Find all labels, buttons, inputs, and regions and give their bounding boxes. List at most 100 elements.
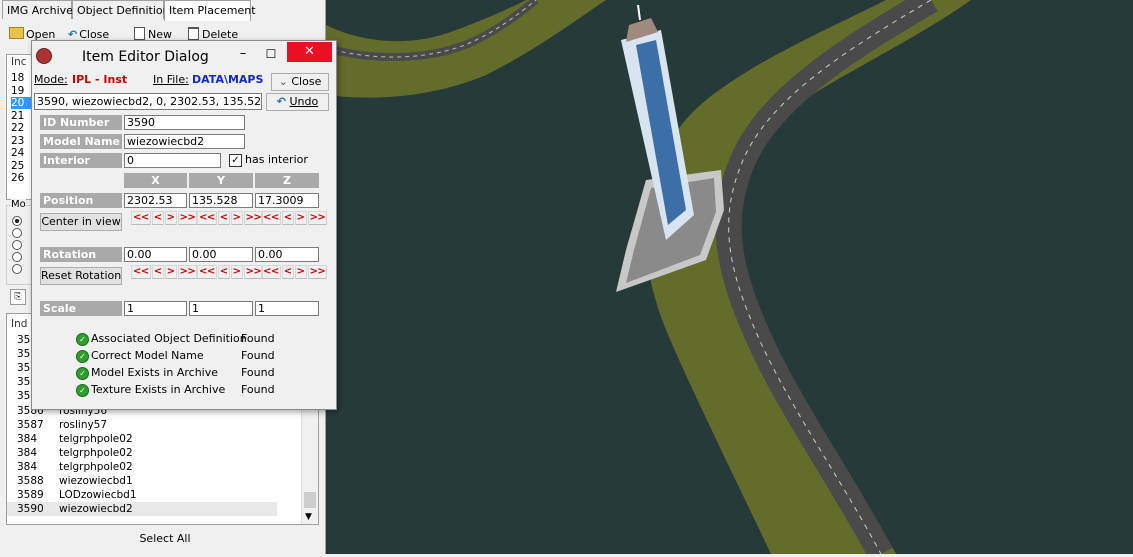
mode-radio[interactable] (12, 252, 22, 262)
rotation-x-steppers[interactable]: << < > >> (131, 265, 198, 279)
list-item[interactable]: 25 (11, 160, 24, 172)
list-header: Inc (11, 56, 27, 68)
scale-z-field[interactable]: 1 (255, 301, 319, 316)
copy-icon[interactable]: ⎘ (10, 289, 26, 305)
position-z-steppers[interactable]: << < > >> (261, 211, 328, 225)
check-label: Texture Exists in Archive (91, 383, 226, 396)
dialog-title: Item Editor Dialog (82, 49, 209, 65)
row-id: 3588 (17, 475, 44, 487)
position-x-field[interactable]: 2302.53 (124, 193, 187, 208)
position-label: Position (40, 193, 122, 208)
3d-viewport[interactable] (324, 0, 1133, 557)
close-window-icon[interactable]: ✕ (287, 42, 332, 62)
check-ok-icon: ✓ (76, 367, 89, 380)
list-item[interactable]: 19 (11, 85, 24, 97)
has-interior-checkbox[interactable]: ✓ (229, 154, 242, 167)
mode-radio[interactable] (12, 216, 22, 226)
map-render (324, 0, 1133, 557)
check-status: Found (241, 383, 275, 396)
item-editor-dialog: Item Editor Dialog – ☐ ✕ Mode: IPL - Ins… (31, 40, 337, 410)
dialog-close-button[interactable]: ⌄ Close (271, 73, 329, 91)
row-id: 3590 (17, 503, 44, 515)
row-id: 3587 (17, 419, 44, 431)
undo-button[interactable]: ↶ Undo (266, 93, 329, 111)
position-x-steppers[interactable]: << < > >> (131, 211, 198, 225)
folder-icon (9, 27, 24, 39)
check-status: Found (241, 366, 275, 379)
interior-field[interactable]: 0 (124, 153, 221, 168)
row-name: telgrphpole02 (59, 433, 133, 445)
axis-x-header: X (124, 173, 187, 188)
row-name: wiezowiecbd1 (59, 475, 133, 487)
select-all-button[interactable]: Select All (6, 530, 324, 550)
row-name: rosliny57 (59, 419, 108, 431)
center-in-view-button[interactable]: Center in view (40, 213, 122, 231)
row-id: 384 (17, 433, 38, 445)
app-icon (36, 48, 52, 64)
model-name-field[interactable]: wiezowiecbd2 (124, 134, 245, 149)
position-y-steppers[interactable]: << < > >> (197, 211, 264, 225)
mode-label: Mode: (34, 73, 68, 86)
row-id: 384 (17, 447, 38, 459)
mode-radio[interactable] (12, 228, 22, 238)
row-name: telgrphpole02 (59, 461, 133, 473)
list-item[interactable]: 18 (11, 72, 24, 84)
check-label: Associated Object Definition (91, 332, 247, 345)
check-status: Found (241, 349, 275, 362)
rotation-y-field[interactable]: 0.00 (189, 247, 253, 262)
raw-ipl-line-field[interactable]: 3590, wiezowiecbd2, 0, 2302.53, 135.528,… (34, 93, 262, 110)
list-header: Ind (11, 318, 28, 330)
list-item[interactable]: 22 (11, 122, 24, 134)
check-label: Correct Model Name (91, 349, 204, 362)
maximize-icon[interactable]: ☐ (258, 43, 284, 65)
axis-y-header: Y (189, 173, 253, 188)
id-number-label: ID Number (40, 115, 122, 130)
list-item[interactable]: 26 (11, 172, 24, 184)
row-id: 35 (17, 376, 31, 388)
infile-label: In File: (153, 73, 189, 86)
rotation-z-field[interactable]: 0.00 (255, 247, 319, 262)
row-id: 35 (17, 362, 31, 374)
undo-icon: ↶ (276, 95, 286, 108)
row-name: LODzowiecbd1 (59, 489, 137, 501)
position-y-field[interactable]: 135.528 (189, 193, 253, 208)
trash-icon (188, 27, 199, 40)
minimize-icon[interactable]: – (230, 43, 256, 65)
check-label: Model Exists in Archive (91, 366, 218, 379)
model-name-label: Model Name (40, 134, 122, 149)
tab-img-archive[interactable]: IMG Archive (2, 0, 73, 19)
list-item[interactable]: 21 (11, 110, 24, 122)
row-id: 35 (17, 348, 31, 360)
tab-item-placement[interactable]: Item Placement (164, 0, 256, 21)
dialog-titlebar[interactable]: Item Editor Dialog – ☐ ✕ (32, 41, 336, 71)
infile-value: DATA\MAPS (192, 73, 264, 86)
check-ok-icon: ✓ (76, 333, 89, 346)
list-item[interactable]: 24 (11, 147, 24, 159)
position-z-field[interactable]: 17.3009 (255, 193, 319, 208)
mode-radio[interactable] (12, 264, 22, 274)
list-item[interactable]: 23 (11, 135, 24, 147)
id-number-field[interactable]: 3590 (124, 115, 245, 130)
scrollbar-thumb[interactable] (304, 492, 316, 508)
new-page-icon (134, 27, 145, 40)
scale-x-field[interactable]: 1 (124, 301, 187, 316)
has-interior-label: has interior (245, 153, 308, 166)
rotation-y-steppers[interactable]: << < > >> (197, 265, 264, 279)
scroll-down-icon[interactable]: ▼ (305, 512, 312, 522)
rotation-z-steppers[interactable]: << < > >> (261, 265, 328, 279)
reset-rotation-button[interactable]: Reset Rotation (40, 267, 122, 285)
mode-group-label: Mo (11, 199, 26, 210)
mode-value: IPL - Inst (72, 73, 128, 86)
rotation-x-field[interactable]: 0.00 (124, 247, 187, 262)
table-row[interactable]: 3590 wiezowiecbd2 (7, 502, 277, 516)
scale-y-field[interactable]: 1 (189, 301, 253, 316)
scale-label: Scale (40, 301, 122, 316)
check-status: Found (241, 332, 275, 345)
mode-radio[interactable] (12, 240, 22, 250)
interior-label: Interior (40, 153, 122, 168)
row-name: telgrphpole02 (59, 447, 133, 459)
rotation-label: Rotation (40, 247, 122, 262)
check-ok-icon: ✓ (76, 384, 89, 397)
list-item[interactable]: 20 (11, 97, 31, 109)
tab-object-definition[interactable]: Object Definition (72, 0, 170, 19)
